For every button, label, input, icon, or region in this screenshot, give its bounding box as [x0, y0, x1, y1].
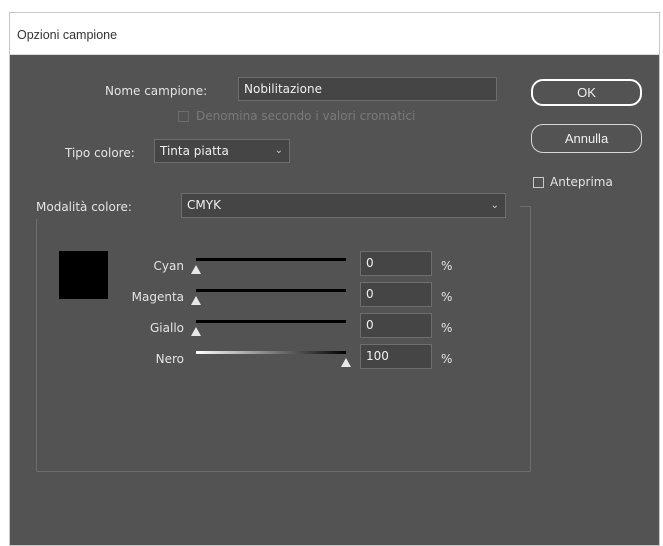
channel-label-nero: Nero [155, 352, 184, 366]
color-mode-value: CMYK [187, 198, 221, 212]
channel-slider-thumb-magenta[interactable] [191, 296, 201, 305]
preview-checkbox[interactable] [533, 177, 544, 188]
channel-label-magenta: Magenta [131, 290, 184, 304]
channel-slider-track-nero[interactable] [196, 351, 346, 354]
channel-unit-label: % [441, 290, 453, 304]
channel-unit-label: % [441, 321, 453, 335]
name-by-color-label: Denomina secondo i valori cromatici [196, 109, 416, 123]
color-type-select[interactable]: Tinta piatta ⌄ [154, 139, 290, 163]
chevron-down-icon: ⌄ [490, 200, 499, 211]
chevron-down-icon: ⌄ [274, 145, 283, 156]
channel-value-input-magenta[interactable]: 0 [360, 282, 432, 307]
swatch-name-label: Nome campione: [105, 84, 208, 98]
swatch-name-input[interactable]: Nobilitazione [238, 77, 497, 101]
channel-slider-track-magenta[interactable] [196, 289, 346, 292]
ok-button[interactable]: OK [531, 79, 642, 106]
channel-slider-thumb-nero[interactable] [341, 358, 351, 367]
color-mode-select[interactable]: CMYK ⌄ [181, 193, 506, 218]
channel-value-input-nero[interactable]: 100 [360, 344, 432, 369]
color-mode-label: Modalità colore: [36, 200, 132, 214]
channel-slider-thumb-cyan[interactable] [191, 265, 201, 274]
color-swatch-preview [59, 251, 108, 299]
channel-slider-track-giallo[interactable] [196, 320, 346, 323]
color-group-box [36, 206, 531, 472]
color-type-label: Tipo colore: [65, 146, 135, 160]
channel-value-input-giallo[interactable]: 0 [360, 313, 432, 338]
color-type-value: Tinta piatta [160, 144, 229, 158]
channel-unit-label: % [441, 259, 453, 273]
channel-unit-label: % [441, 352, 453, 366]
swatch-options-dialog: Opzioni campione Nome campione: Nobilita… [9, 12, 660, 546]
dialog-title: Opzioni campione [10, 13, 659, 55]
channel-slider-track-cyan[interactable] [196, 258, 346, 261]
channel-label-giallo: Giallo [150, 321, 184, 335]
cancel-button[interactable]: Annulla [531, 124, 642, 153]
channel-slider-thumb-giallo[interactable] [191, 327, 201, 336]
channel-label-cyan: Cyan [153, 259, 184, 273]
channel-value-input-cyan[interactable]: 0 [360, 251, 432, 276]
name-by-color-checkbox[interactable] [178, 111, 189, 122]
preview-label: Anteprima [550, 175, 613, 189]
